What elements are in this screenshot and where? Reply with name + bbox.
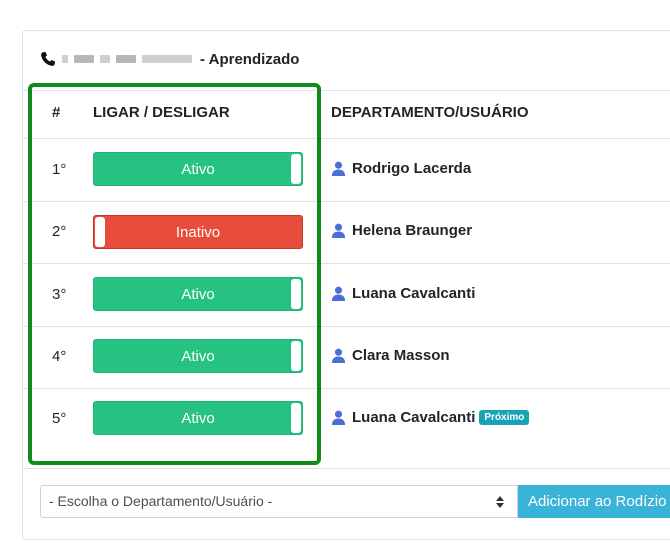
user-cell: Rodrigo Lacerda [331, 160, 471, 177]
toggle-label: Ativo [181, 348, 215, 365]
user-name: Luana Cavalcanti [352, 285, 476, 302]
row-divider [22, 263, 670, 264]
toggle-knob [291, 154, 301, 184]
row-position: 1° [52, 161, 67, 178]
row-divider [22, 468, 670, 469]
toggle-label: Ativo [181, 410, 215, 427]
user-cell: Luana Cavalcanti [331, 285, 475, 302]
toggle-switch[interactable]: Ativo [93, 401, 303, 435]
user-name: Helena Braunger [352, 222, 473, 239]
toggle-knob [95, 217, 105, 247]
user-name: Luana Cavalcanti [352, 409, 476, 426]
toggle-knob [291, 341, 301, 371]
row-position: 5° [52, 410, 67, 427]
table-header-top-border [22, 90, 670, 91]
toggle-label: Inativo [175, 224, 221, 241]
select-arrows-icon [496, 496, 504, 508]
row-divider [22, 201, 670, 202]
column-header-toggle: LIGAR / DESLIGAR [93, 104, 230, 121]
user-cell: Luana Cavalcanti Próximo [331, 409, 530, 426]
user-icon [331, 223, 346, 238]
user-name: Rodrigo Lacerda [352, 160, 472, 177]
toggle-switch[interactable]: Inativo [93, 215, 303, 249]
row-position: 4° [52, 348, 67, 365]
next-badge: Próximo [479, 410, 530, 425]
user-cell: Clara Masson [331, 347, 450, 364]
toggle-switch[interactable]: Ativo [93, 277, 303, 311]
card-header: - Aprendizado [40, 48, 299, 70]
add-to-rotation-button[interactable]: Adicionar ao Rodízio [518, 485, 670, 518]
department-user-select[interactable]: - Escolha o Departamento/Usuário - [40, 485, 518, 518]
user-icon [331, 161, 346, 176]
column-header-user: DEPARTAMENTO/USUÁRIO [331, 104, 529, 121]
toggle-label: Ativo [181, 286, 215, 303]
toggle-knob [291, 279, 301, 309]
row-divider [22, 138, 670, 139]
column-header-position: # [52, 104, 61, 121]
row-position: 3° [52, 286, 67, 303]
user-icon [331, 286, 346, 301]
toggle-knob [291, 403, 301, 433]
card-title: - Aprendizado [200, 50, 300, 68]
user-icon [331, 348, 346, 363]
row-divider [22, 388, 670, 389]
user-icon [331, 410, 346, 425]
phone-icon [41, 52, 55, 66]
user-cell: Helena Braunger [331, 222, 472, 239]
user-name: Clara Masson [352, 347, 450, 364]
toggle-switch[interactable]: Ativo [93, 339, 303, 373]
toggle-switch[interactable]: Ativo [93, 152, 303, 186]
redacted-phone-number [62, 55, 198, 63]
row-position: 2° [52, 223, 67, 240]
select-value: - Escolha o Departamento/Usuário - [49, 493, 273, 509]
toggle-label: Ativo [181, 161, 215, 178]
row-divider [22, 326, 670, 327]
